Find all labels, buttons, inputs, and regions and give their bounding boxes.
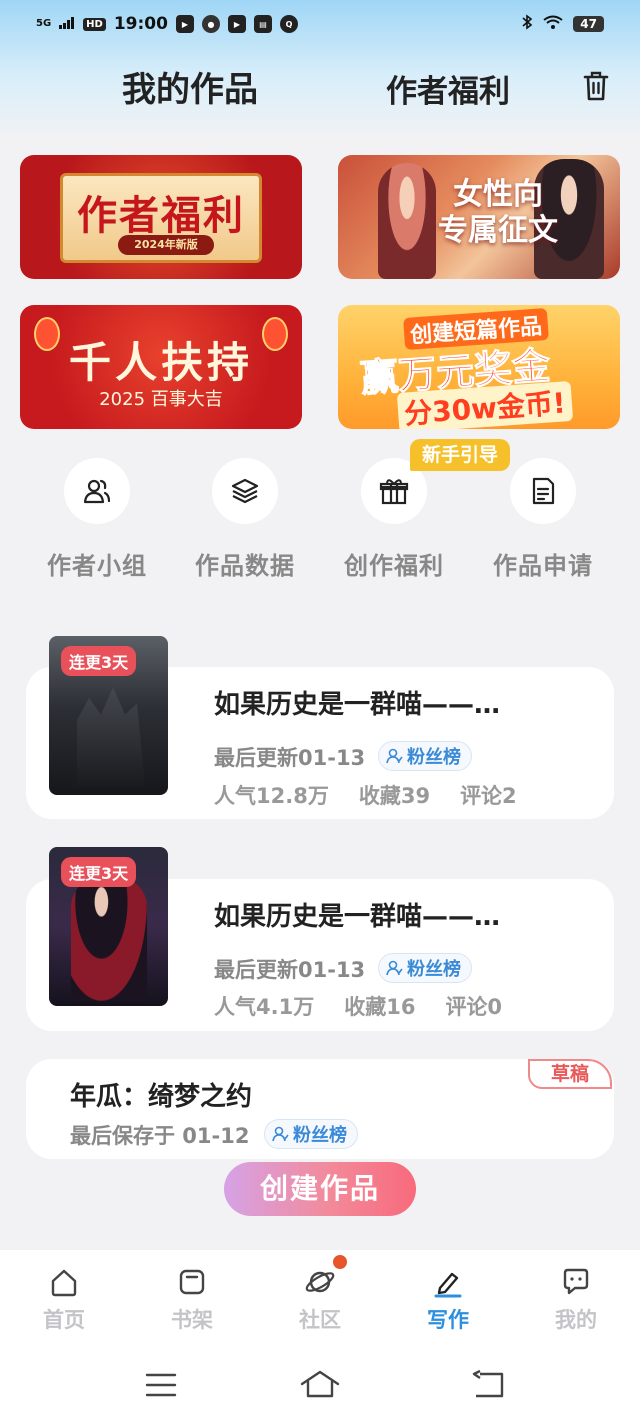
pen-icon	[432, 1266, 464, 1298]
banner-subtitle: 2025 百事大吉	[99, 389, 223, 410]
draft-title[interactable]: 年瓜：绮梦之约	[70, 1076, 252, 1113]
quick-author-group[interactable]: 作者小组	[32, 458, 162, 581]
document-icon	[510, 458, 576, 524]
user-icon	[272, 1126, 289, 1142]
banner-title: 女性向 专属征文	[398, 177, 598, 249]
popularity: 人气12.8万	[214, 784, 329, 808]
quick-label: 作品申请	[493, 552, 593, 580]
wechat-icon: ●	[201, 15, 220, 33]
back-icon[interactable]	[468, 1368, 508, 1402]
bluetooth-icon	[521, 14, 533, 34]
fans-label: 粉丝榜	[407, 747, 461, 768]
banner-title: 作者福利	[77, 193, 245, 239]
banner-title-line1: 女性向	[453, 177, 543, 212]
status-time: 19:00	[113, 14, 168, 34]
quick-creation-welfare[interactable]: 创作福利	[329, 458, 459, 581]
fans-label: 粉丝榜	[407, 959, 461, 980]
book-cover[interactable]: 连更3天	[49, 636, 168, 795]
hd-badge: HD	[83, 17, 106, 31]
comments: 评论0	[445, 995, 503, 1019]
nav-home[interactable]: 首页	[19, 1266, 109, 1334]
last-updated: 最后更新01-13	[214, 958, 366, 982]
chat-icon	[560, 1266, 592, 1298]
quick-label: 作者小组	[47, 552, 147, 580]
banner-title-line2: 专属征文	[438, 213, 558, 248]
signal-bars-icon	[59, 14, 75, 34]
trash-icon[interactable]	[578, 68, 614, 104]
quick-label: 作品数据	[195, 552, 295, 580]
work-stats: 人气4.1万 收藏16 评论0	[214, 991, 532, 1021]
nav-label: 首页	[43, 1308, 85, 1332]
nav-community[interactable]: 社区	[275, 1266, 365, 1334]
home-icon	[48, 1266, 80, 1298]
work-stats: 人气12.8万 收藏39 评论2	[214, 780, 547, 810]
quick-work-data[interactable]: 作品数据	[180, 458, 310, 581]
newbie-guide-badge[interactable]: 新手引导	[410, 439, 510, 471]
youku-icon: ▶	[175, 15, 194, 33]
create-work-button[interactable]: 创建作品	[224, 1162, 416, 1216]
nav-writing[interactable]: 写作	[403, 1266, 493, 1334]
quick-work-application[interactable]: 作品申请	[478, 458, 608, 581]
battery-indicator: 47	[573, 16, 604, 32]
status-bar: 5G HD 19:00 ▶ ● ▶ ▤ Q 47	[0, 0, 640, 50]
banner-short-work-bonus[interactable]: 创建短篇作品 赢万元奖金 分30w金币!	[338, 305, 620, 429]
nav-label: 书架	[171, 1308, 213, 1332]
last-updated: 最后更新01-13	[214, 746, 366, 770]
nav-label: 我的	[555, 1308, 597, 1332]
signal-indicator: 5G	[36, 18, 52, 29]
quick-label: 创作福利	[344, 552, 444, 580]
fans-label: 粉丝榜	[293, 1125, 347, 1146]
group-icon	[64, 458, 130, 524]
user-icon	[386, 748, 403, 764]
home-button-icon[interactable]	[300, 1368, 340, 1402]
nav-label: 写作	[427, 1308, 469, 1332]
streak-badge: 连更3天	[61, 857, 137, 887]
search-app-icon: Q	[279, 15, 298, 33]
comments: 评论2	[460, 784, 517, 808]
nav-label: 社区	[299, 1308, 341, 1332]
cover-illustration	[71, 877, 147, 1001]
nav-bookshelf[interactable]: 书架	[147, 1266, 237, 1334]
user-icon	[386, 960, 403, 976]
banner-subtitle: 2024年新版	[118, 235, 214, 255]
fans-ranking-button[interactable]: 粉丝榜	[378, 741, 472, 771]
fans-ranking-button[interactable]: 粉丝榜	[378, 953, 472, 983]
nav-mine[interactable]: 我的	[531, 1266, 621, 1334]
draft-badge: 草稿	[528, 1059, 612, 1089]
cover-illustration	[77, 687, 145, 786]
popularity: 人气4.1万	[214, 995, 315, 1019]
banner-thousand-support[interactable]: 千人扶持 2025 百事大吉	[20, 305, 302, 429]
work-title[interactable]: 如果历史是一群喵——…	[214, 684, 500, 721]
video-icon: ▶	[227, 15, 246, 33]
layers-icon	[212, 458, 278, 524]
bookshelf-icon	[176, 1266, 208, 1298]
banner-author-welfare[interactable]: 作者福利 2024年新版	[20, 155, 302, 279]
menu-icon[interactable]	[141, 1368, 181, 1402]
streak-badge: 连更3天	[61, 646, 137, 676]
tab-my-works[interactable]: 我的作品	[122, 62, 258, 111]
planet-icon	[304, 1266, 336, 1298]
fans-ranking-button[interactable]: 粉丝榜	[264, 1119, 358, 1149]
favorites: 收藏16	[344, 995, 416, 1019]
last-saved: 最后保存于 01-12	[70, 1124, 250, 1148]
banner-female-contest[interactable]: 女性向 专属征文	[338, 155, 620, 279]
tab-author-welfare[interactable]: 作者福利	[386, 66, 510, 111]
notification-dot	[333, 1255, 347, 1269]
book-cover[interactable]: 连更3天	[49, 847, 168, 1006]
work-title[interactable]: 如果历史是一群喵——…	[214, 896, 500, 933]
banner-title: 千人扶持	[68, 338, 253, 387]
favorites: 收藏39	[358, 784, 431, 808]
book-icon: ▤	[253, 15, 272, 33]
wifi-icon	[543, 15, 563, 33]
